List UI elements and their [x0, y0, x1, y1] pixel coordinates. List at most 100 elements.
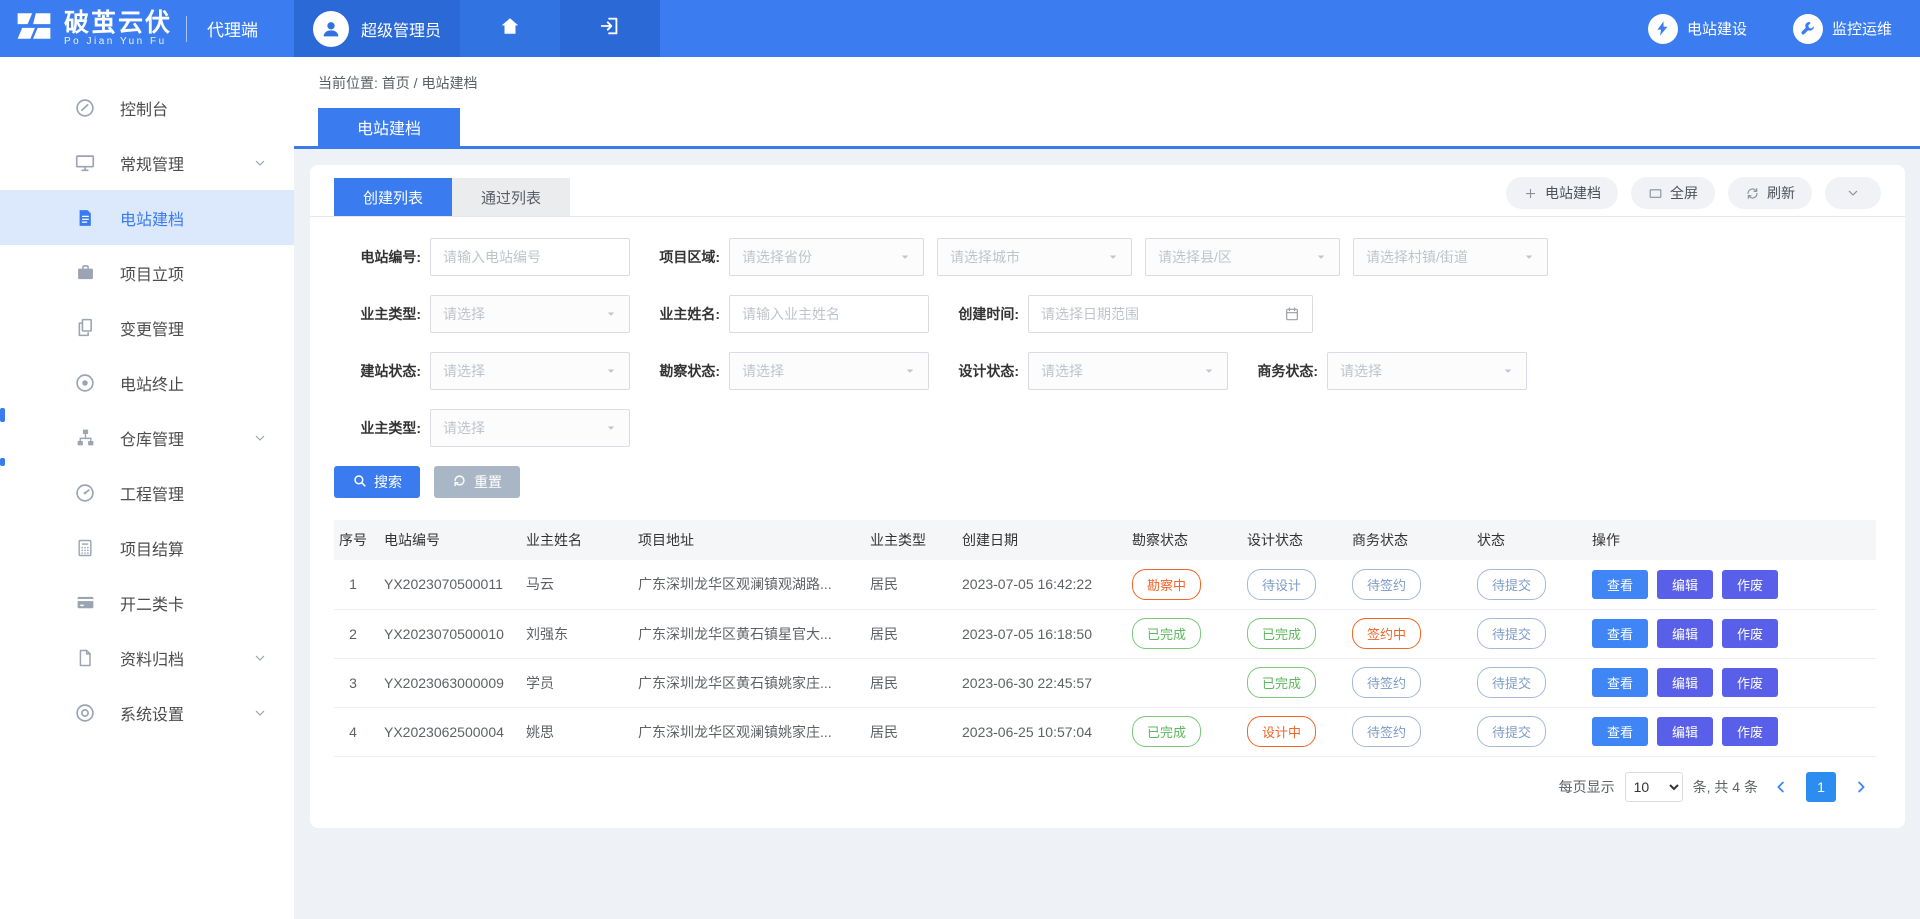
- table-row: 1YX2023070500011马云广东深圳龙华区观澜镇观湖路...居民2023…: [334, 560, 1876, 609]
- total-count: 条, 共 4 条: [1693, 777, 1758, 797]
- sidebar-item-engineering-mgmt[interactable]: 工程管理: [0, 465, 294, 520]
- status-badge: 待提交: [1477, 667, 1546, 698]
- column-header: 设计状态: [1235, 520, 1340, 560]
- owner-type-label: 业主类型:: [334, 304, 430, 324]
- per-page-select[interactable]: 10: [1625, 772, 1683, 802]
- district-select[interactable]: 请选择县/区: [1145, 238, 1340, 276]
- header-link-monitor-ops[interactable]: 监控运维: [1793, 14, 1892, 44]
- panel-card: 创建列表通过列表 电站建档全屏刷新 电站编号:请输入电站编号项目区域:请选择省份…: [310, 165, 1905, 828]
- breadcrumb-path[interactable]: 首页 / 电站建档: [382, 75, 478, 91]
- status-badge: 待提交: [1477, 569, 1546, 600]
- breadcrumb: 当前位置: 首页 / 电站建档: [294, 57, 1920, 93]
- logo-title: 破茧云伏: [64, 10, 172, 36]
- cell-address: 广东深圳龙华区观澜镇观湖路...: [626, 560, 858, 609]
- caret-down-icon: [605, 365, 617, 377]
- design-status-select[interactable]: 请选择: [1028, 352, 1228, 390]
- column-header: 商务状态: [1340, 520, 1465, 560]
- caret-down-icon: [1315, 251, 1327, 263]
- search-button[interactable]: 搜索: [334, 466, 420, 498]
- town-select[interactable]: 请选择村镇/街道: [1353, 238, 1548, 276]
- cell-business-status: 待签约: [1340, 658, 1465, 707]
- void-button[interactable]: 作废: [1722, 570, 1778, 599]
- view-button[interactable]: 查看: [1592, 570, 1648, 599]
- cell-survey-status: [1120, 658, 1235, 707]
- cell-survey-status: 已完成: [1120, 609, 1235, 658]
- page-number-1[interactable]: 1: [1806, 772, 1836, 802]
- wrench-icon: [1793, 14, 1823, 44]
- header-link-station-build[interactable]: 电站建设: [1648, 14, 1747, 44]
- city-select[interactable]: 请选择城市: [937, 238, 1132, 276]
- list-tabs: 创建列表通过列表: [334, 178, 570, 216]
- cell-no: 4: [334, 707, 372, 756]
- owner-type-2-select[interactable]: 请选择: [430, 409, 630, 447]
- briefcase-icon: [72, 262, 98, 283]
- survey-status-select[interactable]: 请选择: [729, 352, 929, 390]
- filter-form: 电站编号:请输入电站编号项目区域:请选择省份请选择城市请选择县/区请选择村镇/街…: [334, 217, 1881, 447]
- void-button[interactable]: 作废: [1722, 668, 1778, 697]
- copy-icon: [72, 317, 98, 338]
- fullscreen-button[interactable]: 全屏: [1631, 177, 1715, 209]
- owner-name-input[interactable]: 请输入业主姓名: [729, 295, 929, 333]
- page-tab-station-archive[interactable]: 电站建档: [318, 108, 460, 146]
- edit-button[interactable]: 编辑: [1657, 668, 1713, 697]
- sidebar-item-second-card[interactable]: 开二类卡: [0, 575, 294, 630]
- cell-status-status: 待提交: [1465, 560, 1580, 609]
- user-menu[interactable]: 超级管理员: [294, 0, 460, 57]
- sidebar-item-station-archive[interactable]: 电站建档: [0, 190, 294, 245]
- edit-button[interactable]: 编辑: [1657, 619, 1713, 648]
- chevron-down-icon: [252, 430, 268, 446]
- next-page-button[interactable]: [1848, 778, 1874, 796]
- prev-page-button[interactable]: [1768, 778, 1794, 796]
- sidebar-scrollbar[interactable]: [0, 458, 5, 466]
- sidebar-item-warehouse-mgmt[interactable]: 仓库管理: [0, 410, 294, 465]
- sidebar-item-change-mgmt[interactable]: 变更管理: [0, 300, 294, 355]
- table-row: 3YX2023063000009学员广东深圳龙华区黄石镇姚家庄...居民2023…: [334, 658, 1876, 707]
- refresh-button[interactable]: 刷新: [1728, 177, 1812, 209]
- collapse-button[interactable]: [1825, 177, 1881, 209]
- sidebar-item-system-settings[interactable]: 系统设置: [0, 685, 294, 740]
- owner-type-select[interactable]: 请选择: [430, 295, 630, 333]
- sidebar-item-station-termination[interactable]: 电站终止: [0, 355, 294, 410]
- cell-design-status: 设计中: [1235, 707, 1340, 756]
- sidebar-item-data-archive[interactable]: 资料归档: [0, 630, 294, 685]
- tab-pass-list[interactable]: 通过列表: [452, 178, 570, 216]
- sidebar-item-general-mgmt[interactable]: 常规管理: [0, 135, 294, 190]
- status-badge: 已完成: [1132, 716, 1201, 747]
- created-range-date-input[interactable]: 请选择日期范围: [1028, 295, 1313, 333]
- caret-down-icon: [1502, 365, 1514, 377]
- column-header: 勘察状态: [1120, 520, 1235, 560]
- dashboard-icon: [72, 97, 98, 119]
- sidebar-item-console[interactable]: 控制台: [0, 80, 294, 135]
- sidebar-scrollbar[interactable]: [0, 408, 5, 422]
- view-button[interactable]: 查看: [1592, 717, 1648, 746]
- logout-button[interactable]: [560, 0, 660, 57]
- tab-create-list[interactable]: 创建列表: [334, 178, 452, 216]
- table-row: 4YX2023062500004姚思广东深圳龙华区观澜镇姚家庄...居民2023…: [334, 707, 1876, 756]
- view-button[interactable]: 查看: [1592, 619, 1648, 648]
- reset-button[interactable]: 重置: [434, 466, 520, 498]
- edit-button[interactable]: 编辑: [1657, 570, 1713, 599]
- void-button[interactable]: 作废: [1722, 619, 1778, 648]
- cell-design-status: 待设计: [1235, 560, 1340, 609]
- caret-down-icon: [605, 422, 617, 434]
- station-code-input[interactable]: 请输入电站编号: [430, 238, 630, 276]
- business-status-select[interactable]: 请选择: [1327, 352, 1527, 390]
- province-select[interactable]: 请选择省份: [729, 238, 924, 276]
- home-button[interactable]: [460, 0, 560, 57]
- build-status-select[interactable]: 请选择: [430, 352, 630, 390]
- sidebar-item-project-initiation[interactable]: 项目立项: [0, 245, 294, 300]
- edit-button[interactable]: 编辑: [1657, 717, 1713, 746]
- cell-code: YX2023070500011: [372, 560, 514, 609]
- logout-icon: [599, 15, 621, 42]
- cell-type: 居民: [858, 609, 950, 658]
- caret-down-icon: [899, 251, 911, 263]
- sidebar-item-project-settlement[interactable]: 项目结算: [0, 520, 294, 575]
- cell-address: 广东深圳龙华区黄石镇姚家庄...: [626, 658, 858, 707]
- view-button[interactable]: 查看: [1592, 668, 1648, 697]
- chevron-down-icon: [252, 650, 268, 666]
- cell-address: 广东深圳龙华区黄石镇星官大...: [626, 609, 858, 658]
- chevron-down-icon: [1845, 185, 1861, 201]
- status-badge: 已完成: [1132, 618, 1201, 649]
- create-station-button[interactable]: 电站建档: [1506, 177, 1618, 209]
- void-button[interactable]: 作废: [1722, 717, 1778, 746]
